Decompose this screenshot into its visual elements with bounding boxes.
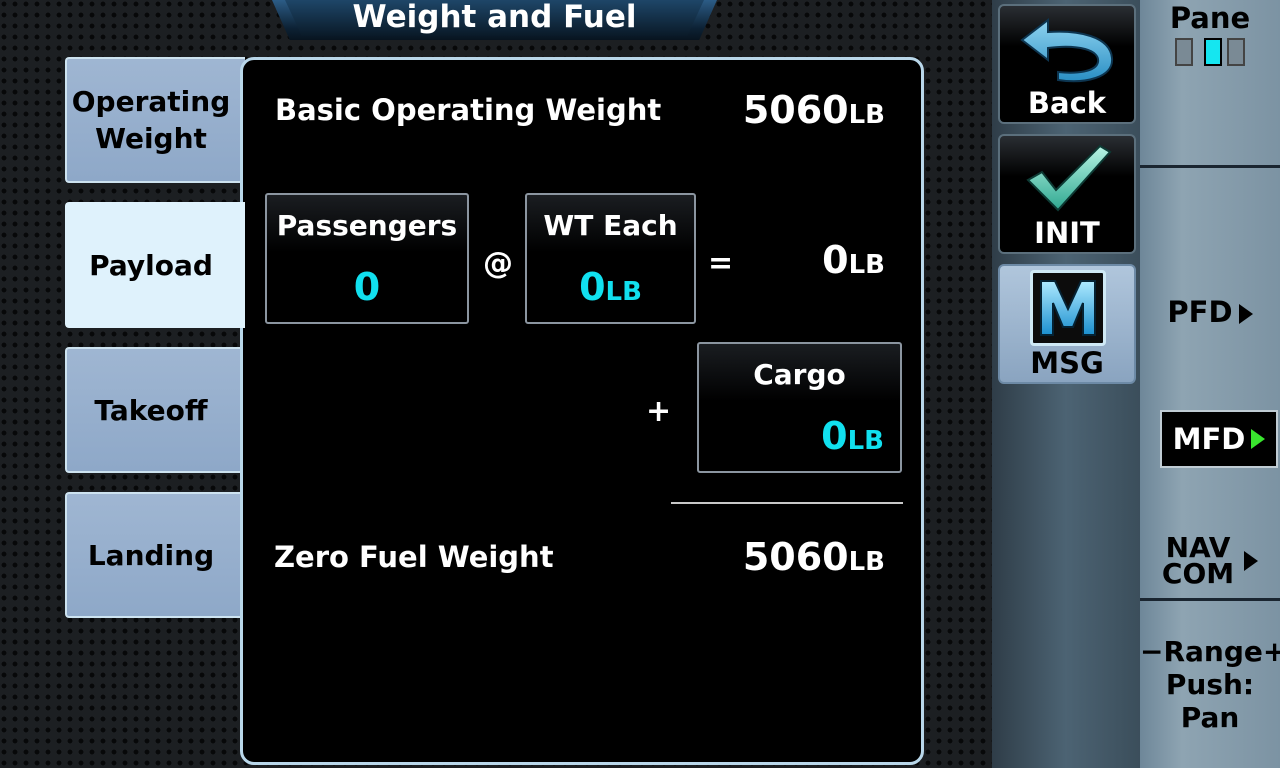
back-arrow-icon	[1020, 17, 1114, 83]
pane-indicator-active	[1204, 38, 1222, 66]
cargo-value: 0LB	[821, 414, 884, 458]
soft-key-divider	[1140, 165, 1280, 168]
message-icon	[1030, 270, 1106, 346]
plus-symbol: +	[646, 394, 672, 429]
equals-symbol: =	[708, 246, 734, 281]
tab-label: Landing	[87, 538, 215, 572]
play-arrow-icon	[1238, 304, 1253, 324]
nav-com-soft-key[interactable]: NAV COM	[1140, 534, 1280, 588]
passengers-value: 0	[353, 265, 381, 309]
play-arrow-icon	[1244, 551, 1259, 571]
cargo-field[interactable]: Cargo 0LB	[697, 342, 902, 473]
range-pan-soft-key[interactable]: −Range+ Push: Pan	[1140, 635, 1280, 734]
passengers-label: Passengers	[276, 209, 458, 242]
tab-label: Takeoff	[94, 393, 208, 427]
msg-label: MSG	[1030, 346, 1104, 380]
wt-each-value: 0LB	[579, 265, 642, 309]
soft-key-divider	[1140, 598, 1280, 601]
pane-label: Pane	[1169, 1, 1251, 35]
pane-indicator-right	[1227, 38, 1245, 66]
payload-panel: Basic Operating Weight 5060LB Passengers…	[240, 57, 924, 765]
init-button[interactable]: INIT	[998, 134, 1136, 254]
wt-each-label: WT Each	[543, 209, 678, 242]
play-arrow-icon	[1251, 429, 1266, 449]
pfd-soft-key[interactable]: PFD	[1140, 297, 1280, 328]
tab-label: Payload	[89, 248, 213, 282]
tab-payload[interactable]: Payload	[65, 202, 245, 328]
back-button[interactable]: Back	[998, 4, 1136, 124]
cargo-label: Cargo	[753, 358, 846, 391]
pane-indicator-left	[1175, 38, 1193, 66]
init-label: INIT	[1034, 216, 1100, 250]
back-label: Back	[1027, 86, 1107, 120]
at-symbol: @	[483, 246, 513, 281]
tab-label: Weight	[95, 122, 207, 155]
tab-operating-weight[interactable]: Operating Weight	[65, 57, 245, 183]
zero-fuel-weight-value: 5060LB	[742, 535, 885, 579]
mfd-soft-key[interactable]: MFD	[1160, 410, 1278, 468]
basic-operating-weight-value: 5060LB	[742, 88, 885, 132]
wt-each-field[interactable]: WT Each 0LB	[525, 193, 696, 324]
tab-landing[interactable]: Landing	[65, 492, 245, 618]
zero-fuel-weight-label: Zero Fuel Weight	[274, 540, 554, 574]
checkmark-icon	[1026, 144, 1112, 212]
payload-total-value: 0LB	[822, 238, 885, 282]
tab-takeoff[interactable]: Takeoff	[65, 347, 245, 473]
sum-divider	[671, 502, 903, 504]
msg-button[interactable]: MSG	[998, 264, 1136, 384]
tab-label: Operating	[71, 85, 231, 118]
basic-operating-weight-label: Basic Operating Weight	[275, 93, 662, 127]
passengers-field[interactable]: Passengers 0	[265, 193, 469, 324]
page-title: Weight and Fuel	[352, 0, 637, 35]
